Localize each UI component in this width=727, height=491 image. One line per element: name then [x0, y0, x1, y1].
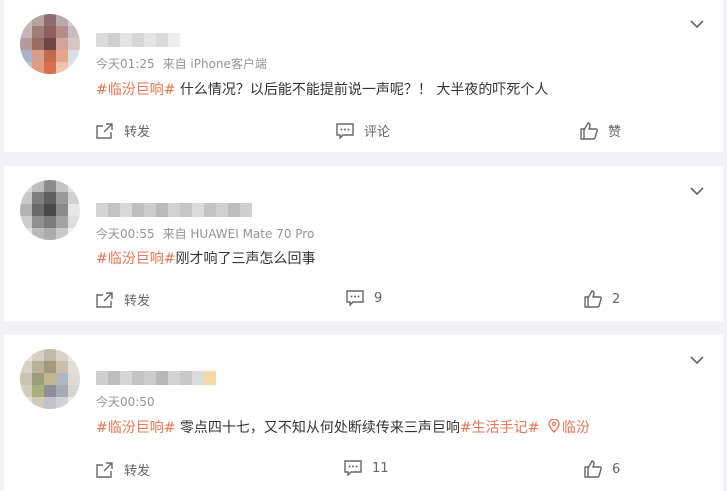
- forward-button[interactable]: 转发: [96, 460, 150, 479]
- comment-count: 11: [372, 460, 389, 476]
- post-content: #临汾巨响# 零点四十七，又不知从何处断续传来三声巨响#生活手记# 临汾: [96, 417, 590, 437]
- comment-button[interactable]: 9: [346, 290, 382, 306]
- like-label: 赞: [608, 125, 622, 140]
- forward-label: 转发: [124, 294, 151, 309]
- post-meta: 今天00:50: [96, 393, 155, 410]
- location-label: 临汾: [561, 420, 590, 436]
- comment-button[interactable]: 11: [344, 460, 389, 476]
- weibo-card: 今天00:50 #临汾巨响# 零点四十七，又不知从何处断续传来三声巨响#生活手记…: [4, 335, 723, 491]
- like-count: 6: [612, 461, 621, 477]
- comment-icon: [336, 122, 354, 139]
- comment-button[interactable]: 评论: [336, 121, 390, 140]
- post-text: 零点四十七，又不知从何处断续传来三声巨响: [175, 420, 460, 436]
- comment-icon: [344, 460, 362, 476]
- post-source: 来自 HUAWEI Mate 70 Pro: [162, 227, 315, 241]
- post-time[interactable]: 今天00:50: [96, 395, 155, 409]
- hashtag-link-2[interactable]: #生活手记#: [460, 420, 539, 436]
- forward-icon: [96, 122, 113, 139]
- like-button[interactable]: 2: [584, 290, 620, 308]
- username-blurred[interactable]: [96, 203, 252, 217]
- post-source: 来自 iPhone客户端: [162, 57, 267, 71]
- like-icon: [584, 290, 602, 308]
- avatar[interactable]: [20, 14, 80, 74]
- forward-label: 转发: [124, 464, 151, 479]
- like-icon: [580, 121, 598, 140]
- post-content: #临汾巨响#刚才响了三声怎么回事: [96, 248, 315, 268]
- post-meta: 今天00:55 来自 HUAWEI Mate 70 Pro: [96, 225, 314, 242]
- chevron-down-icon[interactable]: [689, 16, 705, 32]
- forward-button[interactable]: 转发: [96, 290, 150, 309]
- post-text: 什么情况？以后能不能提前说一声呢？！ 大半夜的吓死个人: [175, 82, 549, 98]
- username-blurred[interactable]: [96, 33, 180, 47]
- like-button[interactable]: 赞: [580, 121, 621, 140]
- chevron-down-icon[interactable]: [689, 183, 705, 199]
- forward-button[interactable]: 转发: [96, 121, 150, 140]
- weibo-card: 今天00:55 来自 HUAWEI Mate 70 Pro #临汾巨响#刚才响了三…: [4, 166, 723, 321]
- post-content: #临汾巨响# 什么情况？以后能不能提前说一声呢？！ 大半夜的吓死个人: [96, 79, 548, 99]
- weibo-card: 今天01:25 来自 iPhone客户端 #临汾巨响# 什么情况？以后能不能提前说…: [4, 0, 723, 152]
- hashtag-link[interactable]: #临汾巨响#: [96, 420, 175, 436]
- post-time[interactable]: 今天00:55: [96, 227, 155, 241]
- hashtag-link[interactable]: #临汾巨响#: [96, 82, 175, 98]
- like-count: 2: [612, 291, 621, 307]
- username-blurred[interactable]: [96, 371, 216, 385]
- like-icon: [584, 460, 602, 478]
- hashtag-link[interactable]: #临汾巨响#: [96, 251, 175, 267]
- forward-icon: [96, 291, 113, 308]
- forward-label: 转发: [124, 125, 151, 140]
- avatar[interactable]: [20, 349, 80, 409]
- like-button[interactable]: 6: [584, 460, 620, 478]
- location-pin-icon: [548, 418, 560, 433]
- forward-icon: [96, 461, 113, 478]
- location-link[interactable]: 临汾: [544, 418, 590, 436]
- comment-count: 9: [374, 290, 383, 306]
- comment-icon: [346, 290, 364, 306]
- comment-label: 评论: [364, 125, 391, 140]
- post-text: 刚才响了三声怎么回事: [175, 251, 316, 267]
- chevron-down-icon[interactable]: [689, 352, 705, 368]
- post-time[interactable]: 今天01:25: [96, 57, 155, 71]
- post-meta: 今天01:25 来自 iPhone客户端: [96, 55, 267, 72]
- avatar[interactable]: [20, 180, 80, 240]
